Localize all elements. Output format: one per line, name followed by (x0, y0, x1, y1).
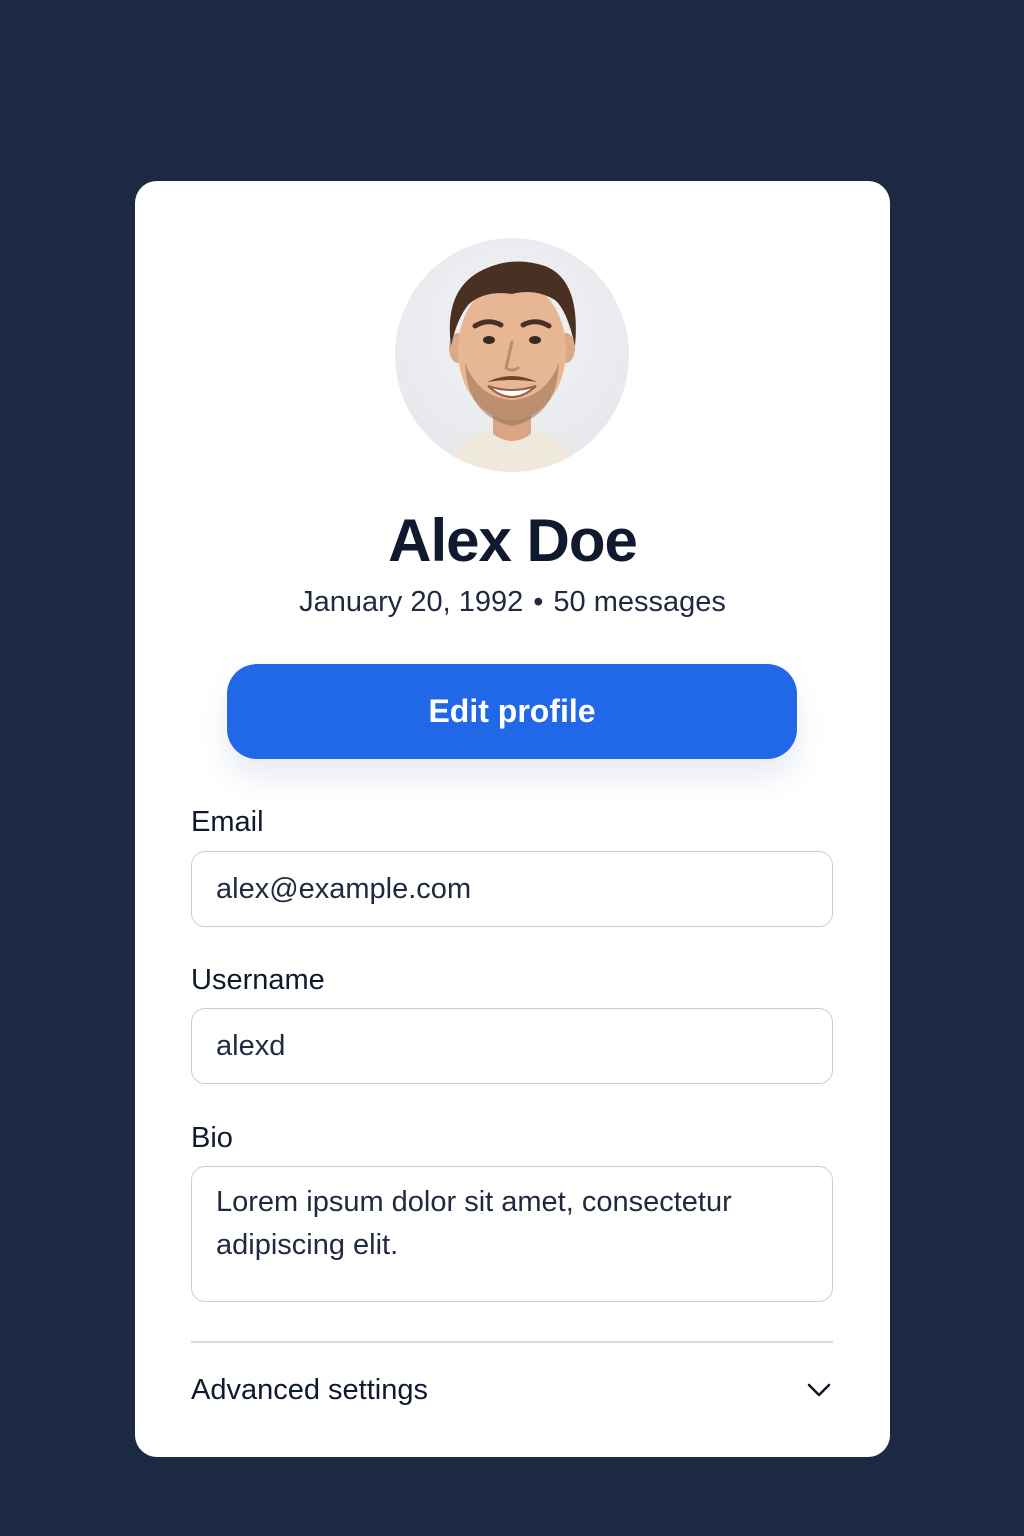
edit-profile-button[interactable]: Edit profile (227, 664, 797, 759)
bio-label: Bio (191, 1122, 233, 1154)
profile-meta: January 20, 1992 • 50 messages (135, 584, 890, 620)
bio-field[interactable]: Lorem ipsum dolor sit amet, consectetur … (191, 1166, 833, 1302)
profile-card: Alex Doe January 20, 1992 • 50 messages Ed… (135, 181, 890, 1457)
email-field[interactable] (191, 851, 833, 927)
chevron-down-icon (807, 1383, 831, 1397)
profile-name: Alex Doe (388, 507, 638, 574)
email-label: Email (191, 806, 264, 838)
message-count: 50 messages (553, 586, 726, 618)
advanced-settings-label: Advanced settings (191, 1374, 428, 1406)
profile-photo (445, 261, 579, 472)
divider (191, 1341, 833, 1343)
username-field[interactable] (191, 1008, 833, 1084)
avatar (395, 238, 629, 472)
meta-separator: • (533, 586, 544, 618)
birth-date: January 20, 1992 (299, 586, 524, 618)
advanced-settings-toggle[interactable]: Advanced settings (191, 1361, 833, 1421)
username-label: Username (191, 964, 325, 996)
